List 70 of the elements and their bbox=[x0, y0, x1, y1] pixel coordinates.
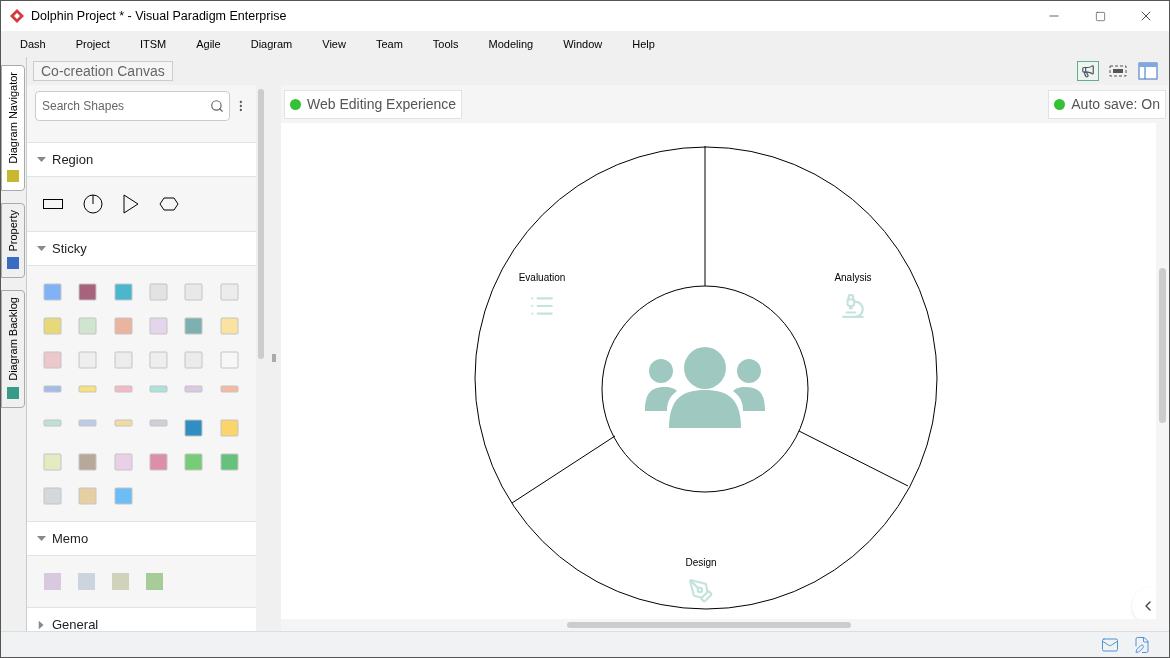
canvas-vertical-scrollbar[interactable] bbox=[1156, 123, 1169, 631]
sticky-note-icon[interactable] bbox=[113, 486, 133, 505]
sticky-note-icon[interactable] bbox=[113, 282, 133, 301]
search-icon bbox=[210, 99, 225, 113]
sticky-note-icon[interactable] bbox=[78, 282, 98, 301]
section-header[interactable]: General bbox=[27, 607, 256, 631]
collapse-icon bbox=[37, 535, 46, 542]
microscope-icon bbox=[840, 293, 866, 319]
menu-item[interactable]: Tools bbox=[421, 35, 470, 53]
segment-label: Design bbox=[685, 556, 717, 570]
sticky-note-icon[interactable] bbox=[184, 316, 204, 335]
section-header[interactable]: Memo bbox=[27, 521, 256, 556]
maximize-icon bbox=[1094, 10, 1106, 22]
menu-item[interactable]: View bbox=[311, 35, 357, 53]
memo-note-icon[interactable] bbox=[77, 572, 96, 591]
triangle-icon[interactable] bbox=[123, 194, 139, 214]
sticky-note-icon[interactable] bbox=[78, 452, 98, 471]
section-title: General bbox=[52, 615, 99, 631]
expand-icon bbox=[38, 620, 45, 629]
document-edit-icon[interactable] bbox=[1133, 635, 1151, 654]
section-header[interactable]: Region bbox=[27, 142, 256, 177]
menu-item[interactable]: Modeling bbox=[477, 35, 545, 53]
memo-note-icon[interactable] bbox=[43, 572, 62, 591]
sticky-note-icon[interactable] bbox=[43, 282, 62, 301]
menu-item[interactable]: Window bbox=[552, 35, 614, 53]
collapse-icon bbox=[37, 245, 46, 252]
section-title: Memo bbox=[52, 529, 89, 548]
layout-panel-icon[interactable] bbox=[1137, 61, 1159, 81]
breadcrumb[interactable]: Co-creation Canvas bbox=[33, 61, 173, 81]
mail-icon[interactable] bbox=[1101, 635, 1119, 654]
sticky-note-icon[interactable] bbox=[184, 452, 204, 471]
segment-label: Evaluation bbox=[518, 271, 566, 285]
memo-note-icon[interactable] bbox=[145, 572, 164, 591]
menu-item[interactable]: Project bbox=[64, 35, 121, 53]
menu-item[interactable]: Help bbox=[621, 35, 666, 53]
megaphone-button[interactable] bbox=[1077, 61, 1099, 81]
sticky-note-icon[interactable] bbox=[149, 452, 168, 471]
section-header[interactable]: Sticky bbox=[27, 231, 256, 266]
splitter-grip-icon[interactable] bbox=[271, 354, 276, 362]
status-text: Web Editing Experience bbox=[307, 94, 457, 114]
sticky-note-icon[interactable] bbox=[113, 316, 133, 335]
menu-item[interactable]: Team bbox=[364, 35, 414, 53]
pen-icon bbox=[688, 578, 714, 604]
menu-item[interactable]: Agile bbox=[185, 35, 232, 53]
menu-item[interactable]: Diagram bbox=[239, 35, 304, 53]
hexagon-icon[interactable] bbox=[159, 197, 179, 211]
window-title: Dolphin Project * - Visual Paradigm Enterprise bbox=[31, 7, 287, 25]
segment-label: Analysis bbox=[834, 271, 872, 285]
memo-note-icon[interactable] bbox=[111, 572, 130, 591]
side-tab[interactable]: Property bbox=[1, 202, 25, 279]
status-text: Auto save: On bbox=[1071, 94, 1160, 114]
side-tab[interactable]: Diagram Navigator bbox=[1, 65, 25, 191]
group-people-icon bbox=[645, 347, 765, 428]
side-tab[interactable]: Diagram Backlog bbox=[1, 290, 25, 409]
menu-item[interactable]: ITSM bbox=[128, 35, 178, 53]
menu-item[interactable]: Dash bbox=[9, 35, 57, 53]
sticky-note-icon[interactable] bbox=[219, 452, 239, 471]
pie-icon[interactable] bbox=[83, 194, 103, 214]
tab-icon bbox=[5, 255, 21, 272]
section-title: Region bbox=[52, 150, 94, 169]
megaphone-icon bbox=[1081, 64, 1095, 78]
collapse-icon bbox=[37, 156, 46, 163]
horizontal-scrollbar[interactable] bbox=[281, 619, 1156, 631]
section-title: Sticky bbox=[52, 239, 87, 258]
search-field[interactable]: Search Shapes bbox=[35, 91, 231, 121]
sticky-note-icon[interactable] bbox=[184, 418, 204, 437]
app-logo-icon bbox=[9, 8, 25, 24]
tab-icon bbox=[5, 167, 21, 184]
tab-icon bbox=[5, 385, 21, 402]
rectangle-icon[interactable] bbox=[43, 199, 63, 209]
